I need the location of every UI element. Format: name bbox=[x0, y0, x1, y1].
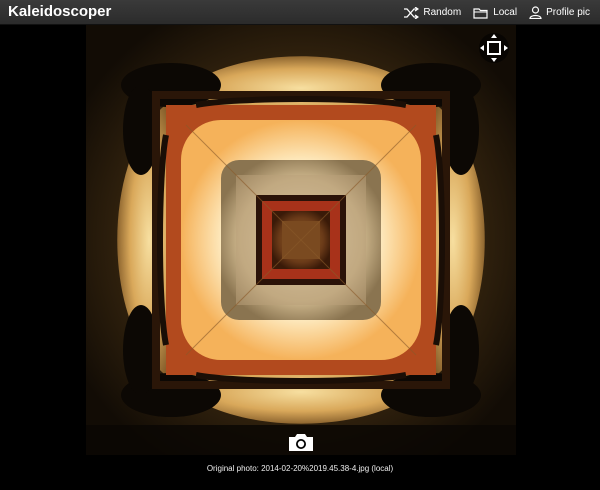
profile-pic-label: Profile pic bbox=[546, 7, 590, 18]
camera-button[interactable] bbox=[287, 431, 315, 453]
local-button[interactable]: Local bbox=[473, 7, 517, 19]
local-label: Local bbox=[493, 7, 518, 18]
original-photo-caption: Original photo: 2014-02-20%2019.45.38-4.… bbox=[206, 464, 394, 473]
top-bar: Kaleidoscoper Random Local Profile pic bbox=[0, 0, 600, 25]
random-button[interactable]: Random bbox=[403, 6, 462, 19]
profile-pic-button[interactable]: Profile pic bbox=[529, 6, 590, 19]
top-nav: Random Local Profile pic bbox=[403, 0, 590, 25]
folder-icon bbox=[473, 7, 489, 19]
kaleidoscope-pattern bbox=[86, 25, 516, 455]
kaleidoscope-image[interactable] bbox=[86, 25, 516, 455]
app-title: Kaleidoscoper bbox=[8, 3, 112, 20]
random-label: Random bbox=[423, 7, 462, 18]
user-icon bbox=[529, 6, 542, 19]
fit-to-square-button[interactable] bbox=[478, 32, 510, 64]
fit-square-arrows-icon bbox=[479, 33, 509, 63]
camera-icon bbox=[289, 434, 313, 451]
shuffle-icon bbox=[403, 6, 420, 19]
